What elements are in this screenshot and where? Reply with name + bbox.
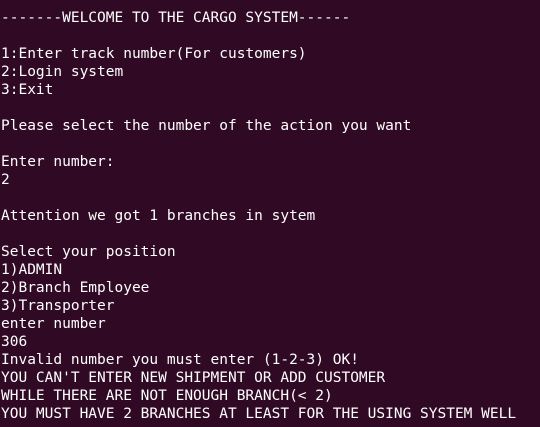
enter-number-prompt: Enter number: — [1, 154, 115, 170]
position-option-transporter: 3)Transporter — [1, 298, 115, 314]
menu-option-track: 1:Enter track number(For customers) — [1, 46, 307, 62]
position-option-admin: 1)ADMIN — [1, 262, 63, 278]
branch-count-notice: Attention we got 1 branches in sytem — [1, 208, 316, 224]
select-position-prompt: Select your position — [1, 244, 176, 260]
position-option-branch-employee: 2)Branch Employee — [1, 280, 150, 296]
user-input-action: 2 — [1, 172, 10, 188]
enter-position-prompt: enter number — [1, 316, 106, 332]
menu-option-exit: 3:Exit — [1, 82, 54, 98]
menu-option-login: 2:Login system — [1, 64, 124, 80]
user-input-position: 306 — [1, 334, 28, 350]
warning-line-2: WHILE THERE ARE NOT ENOUGH BRANCH(< 2) — [1, 388, 333, 404]
warning-line-1: YOU CAN'T ENTER NEW SHIPMENT OR ADD CUST… — [1, 370, 386, 386]
terminal-window[interactable]: -------WELCOME TO THE CARGO SYSTEM------… — [0, 0, 540, 427]
invalid-number-message: Invalid number you must enter (1-2-3) OK… — [1, 352, 359, 368]
warning-line-3: YOU MUST HAVE 2 BRANCHES AT LEAST FOR TH… — [1, 406, 517, 422]
welcome-banner: -------WELCOME TO THE CARGO SYSTEM------ — [1, 10, 351, 26]
select-action-prompt: Please select the number of the action y… — [1, 118, 412, 134]
